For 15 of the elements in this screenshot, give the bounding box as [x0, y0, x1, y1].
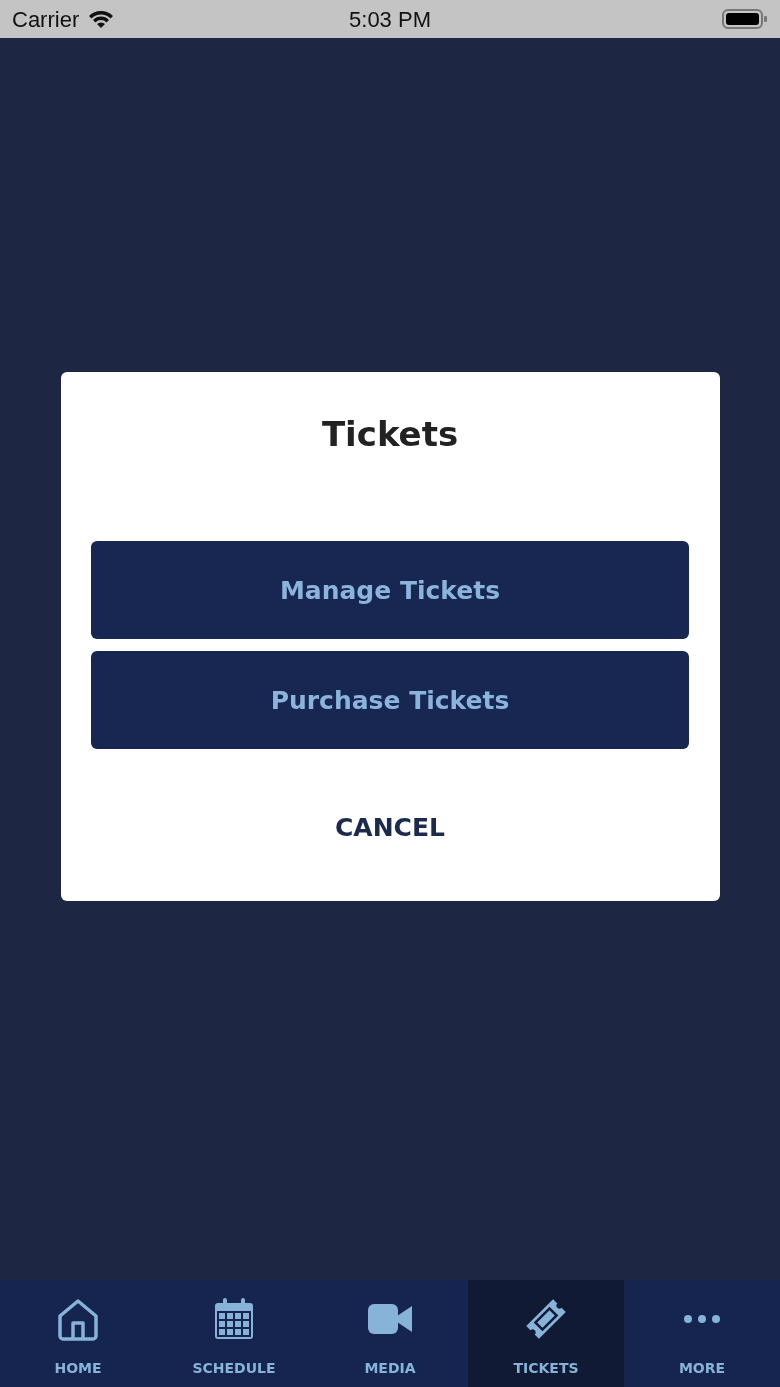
tab-item[interactable]: TICKETS [468, 1280, 624, 1387]
tab-item[interactable]: MEDIA [312, 1280, 468, 1387]
dialog-button[interactable]: Purchase Tickets [91, 651, 689, 750]
home-icon [55, 1296, 101, 1342]
tab-item[interactable]: MORE [624, 1280, 780, 1387]
carrier-label: Carrier [12, 5, 80, 34]
dialog-button[interactable]: Manage Tickets [91, 541, 689, 640]
tab-item[interactable]: HOME [0, 1280, 156, 1387]
dialog-title: Tickets [321, 416, 459, 454]
cancel-button[interactable]: CANCEL [325, 805, 455, 851]
tab-item[interactable]: SCHEDULE [156, 1280, 312, 1387]
time-label: 5:03 PM [348, 5, 432, 34]
battery-icon [722, 8, 768, 30]
wifi-icon [87, 8, 116, 30]
more-icon [683, 1314, 721, 1324]
